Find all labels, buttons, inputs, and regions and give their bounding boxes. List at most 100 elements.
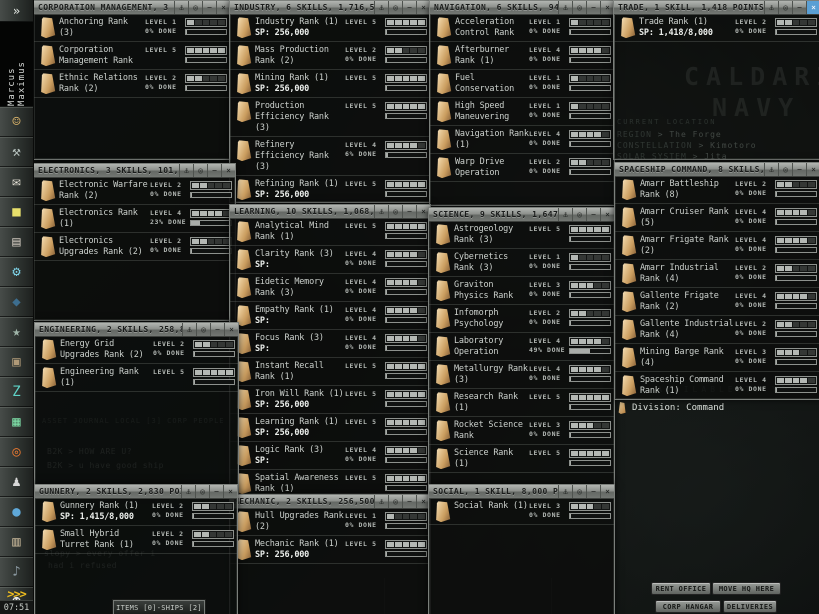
skill-row[interactable]: Iron Will Rank (1) SP: 256,000 LEVEL 5: [230, 386, 430, 414]
neocom-overflow-arrows[interactable]: >>>: [0, 587, 34, 601]
skill-row[interactable]: Corporation Management Rank LEVEL 5: [34, 42, 230, 70]
skill-row[interactable]: Instant Recall Rank (1) LEVEL 5: [230, 358, 430, 386]
snap-icon[interactable]: ◎: [388, 1, 402, 14]
window-title[interactable]: NAVIGATION, 6 SKILLS, 94,675 P: [430, 1, 558, 14]
snap-icon[interactable]: ◎: [388, 495, 402, 508]
skill-row[interactable]: Electronics Rank (1) LEVEL 4 23% DONE: [34, 205, 235, 233]
skill-row[interactable]: Refining Rank (1) SP: 256,000 LEVEL 5: [230, 176, 430, 202]
skill-row[interactable]: Gallente Frigate Rank (2) LEVEL 4 0% DONE: [615, 288, 819, 316]
minimize-icon[interactable]: −: [209, 485, 223, 498]
pin-icon[interactable]: ⚓: [179, 164, 193, 177]
snap-icon[interactable]: ◎: [572, 1, 586, 14]
character-sheet-icon[interactable]: ☺: [0, 107, 33, 137]
skill-row[interactable]: Clarity Rank (3) SP: LEVEL 4 0% DONE: [230, 246, 430, 274]
window-title[interactable]: ENGINEERING, 2 SKILLS, 258,829 POIN: [35, 323, 182, 336]
skill-row[interactable]: Energy Grid Upgrades Rank (2) LEVEL 2 0% D…: [35, 336, 238, 364]
minimize-icon[interactable]: −: [402, 495, 416, 508]
market-icon[interactable]: ▤: [0, 227, 33, 257]
skill-row[interactable]: Social Rank (1) LEVEL 3 0% DONE: [429, 498, 614, 525]
window-title[interactable]: GUNNERY, 2 SKILLS, 2,830 POINTS: [35, 485, 181, 498]
snap-icon[interactable]: ◎: [778, 1, 792, 14]
skill-row[interactable]: Graviton Physics Rank LEVEL 3 0% DONE: [429, 277, 614, 305]
skill-row[interactable]: Anchoring Rank (3) LEVEL 1 0% DONE: [34, 14, 230, 42]
skill-row[interactable]: Spaceship Command Rank (1) LEVEL 4 0% DONE: [615, 372, 819, 399]
snap-icon[interactable]: ◎: [778, 163, 792, 176]
skill-row[interactable]: Fuel Conservation LEVEL 1 0% DONE: [430, 70, 614, 98]
skill-row[interactable]: Refinery Efficiency Rank (3) LEVEL 4 6% DO…: [230, 137, 430, 176]
assets-icon[interactable]: ▣: [0, 347, 33, 377]
close-icon[interactable]: ×: [224, 323, 238, 336]
pin-icon[interactable]: ⚓: [374, 205, 388, 218]
close-icon[interactable]: ×: [600, 485, 614, 498]
skill-row[interactable]: Mass Production Rank (2) LEVEL 2 0% DONE: [230, 42, 430, 70]
skill-row[interactable]: Trade Rank (1) SP: 1,418/8,000 LEVEL 2 0% D…: [614, 14, 819, 42]
skill-row[interactable]: Rocket Science Rank LEVEL 3 0% DONE: [429, 417, 614, 445]
snap-icon[interactable]: ◎: [572, 485, 586, 498]
skill-row[interactable]: Navigation Rank (1) LEVEL 4 0% DONE: [430, 126, 614, 154]
skill-row[interactable]: Electronics Upgrades Rank (2) LEVEL 2 0% D…: [34, 233, 235, 261]
rent-office-button[interactable]: RENT OFFICE: [651, 582, 711, 595]
move-hq-button[interactable]: MOVE HQ HERE: [712, 582, 781, 595]
window-title[interactable]: CORPORATION MANAGEMENT, 3 SKILLS,: [34, 1, 174, 14]
skill-row[interactable]: Learning Rank (1) SP: 256,000 LEVEL 5: [230, 414, 430, 442]
pin-icon[interactable]: ⚓: [182, 323, 196, 336]
close-icon[interactable]: ×: [216, 1, 230, 14]
window-title[interactable]: INDUSTRY, 6 SKILLS, 1,716,585 POINT: [230, 1, 374, 14]
skill-row[interactable]: Astrogeology Rank (3) LEVEL 5: [429, 221, 614, 249]
map-icon[interactable]: ◆: [0, 287, 33, 317]
window-title[interactable]: ELECTRONICS, 3 SKILLS, 101,143 POIN: [34, 164, 179, 177]
division-row[interactable]: Division: Command: [618, 402, 818, 414]
window-title[interactable]: TRADE, 1 SKILL, 1,418 POINTS: [614, 1, 764, 14]
notepad-icon[interactable]: ■: [0, 197, 33, 227]
snap-icon[interactable]: ◎: [388, 205, 402, 218]
skill-row[interactable]: Metallurgy Rank (3) LEVEL 4 0% DONE: [429, 361, 614, 389]
skill-row[interactable]: Infomorph Psychology LEVEL 2 0% DONE: [429, 305, 614, 333]
close-icon[interactable]: ×: [416, 1, 430, 14]
skill-row[interactable]: Electronic Warfare Rank (2) LEVEL 2 0% DON…: [34, 177, 235, 205]
skill-row[interactable]: Production Efficiency Rank (3) LEVEL 5: [230, 98, 430, 137]
fitting-icon[interactable]: ⚙: [0, 257, 33, 287]
window-title[interactable]: SOCIAL, 1 SKILL, 8,000 POINTS: [429, 485, 558, 498]
skill-row[interactable]: Focus Rank (3) SP: LEVEL 4 0% DONE: [230, 330, 430, 358]
skill-row[interactable]: Gallente Industrial Rank (4) LEVEL 2 0% DO…: [615, 316, 819, 344]
pin-icon[interactable]: ⚓: [764, 1, 778, 14]
pin-icon[interactable]: ⚓: [374, 1, 388, 14]
journal-icon[interactable]: ▥: [0, 527, 33, 557]
skill-row[interactable]: Empathy Rank (1) SP: LEVEL 4 0% DONE: [230, 302, 430, 330]
skill-row[interactable]: Amarr Cruiser Rank (5) LEVEL 4 0% DONE: [615, 204, 819, 232]
skill-row[interactable]: Acceleration Control Rank LEVEL 1 0% DONE: [430, 14, 614, 42]
window-title[interactable]: MECHANIC, 2 SKILLS, 256,500 POINTS: [230, 495, 374, 508]
minimize-icon[interactable]: −: [402, 1, 416, 14]
snap-icon[interactable]: ◎: [195, 485, 209, 498]
minimize-icon[interactable]: −: [586, 208, 600, 221]
skill-row[interactable]: Warp Drive Operation LEVEL 2 0% DONE: [430, 154, 614, 182]
skill-row[interactable]: Analytical Mind Rank (1) LEVEL 5: [230, 218, 430, 246]
pin-icon[interactable]: ⚓: [558, 208, 572, 221]
ships-icon[interactable]: ⚒: [0, 137, 33, 167]
items-ships-button[interactable]: ITEMS [0]-SHIPS [2]: [113, 600, 205, 614]
minimize-icon[interactable]: −: [792, 1, 806, 14]
calculator-icon[interactable]: ▦: [0, 407, 33, 437]
skill-row[interactable]: Industry Rank (1) SP: 256,000 LEVEL 5: [230, 14, 430, 42]
skill-row[interactable]: Mining Barge Rank (4) LEVEL 3 0% DONE: [615, 344, 819, 372]
corp-hangar-button[interactable]: CORP HANGAR: [655, 600, 721, 613]
skill-row[interactable]: Mechanic Rank (1) SP: 256,000 LEVEL 5: [230, 536, 430, 564]
skill-row[interactable]: Afterburner Rank (1) LEVEL 4 0% DONE: [430, 42, 614, 70]
skill-row[interactable]: Small Hybrid Turret Rank (1) LEVEL 2 0% DO…: [35, 526, 237, 554]
skill-row[interactable]: Eidetic Memory Rank (3) LEVEL 4 0% DONE: [230, 274, 430, 302]
star-map-icon[interactable]: ●: [0, 497, 33, 527]
close-icon[interactable]: ×: [600, 1, 614, 14]
help-icon[interactable]: ◎: [0, 437, 33, 467]
skill-row[interactable]: Gunnery Rank (1) SP: 1,415/8,000 LEVEL 2 0%…: [35, 498, 237, 526]
minimize-icon[interactable]: −: [210, 323, 224, 336]
skill-row[interactable]: Logic Rank (3) SP: LEVEL 4 0% DONE: [230, 442, 430, 470]
skill-row[interactable]: High Speed Maneuvering LEVEL 1 0% DONE: [430, 98, 614, 126]
deliveries-button[interactable]: DELIVERIES: [723, 600, 777, 613]
skill-row[interactable]: Cybernetics Rank (3) LEVEL 1 0% DONE: [429, 249, 614, 277]
snap-icon[interactable]: ◎: [193, 164, 207, 177]
voice-icon[interactable]: ♪: [0, 557, 33, 587]
snap-icon[interactable]: ◎: [196, 323, 210, 336]
window-title[interactable]: SPACESHIP COMMAND, 8 SKILLS, 507,3: [615, 163, 764, 176]
mail-icon[interactable]: ✉: [0, 167, 33, 197]
pin-icon[interactable]: ⚓: [174, 1, 188, 14]
